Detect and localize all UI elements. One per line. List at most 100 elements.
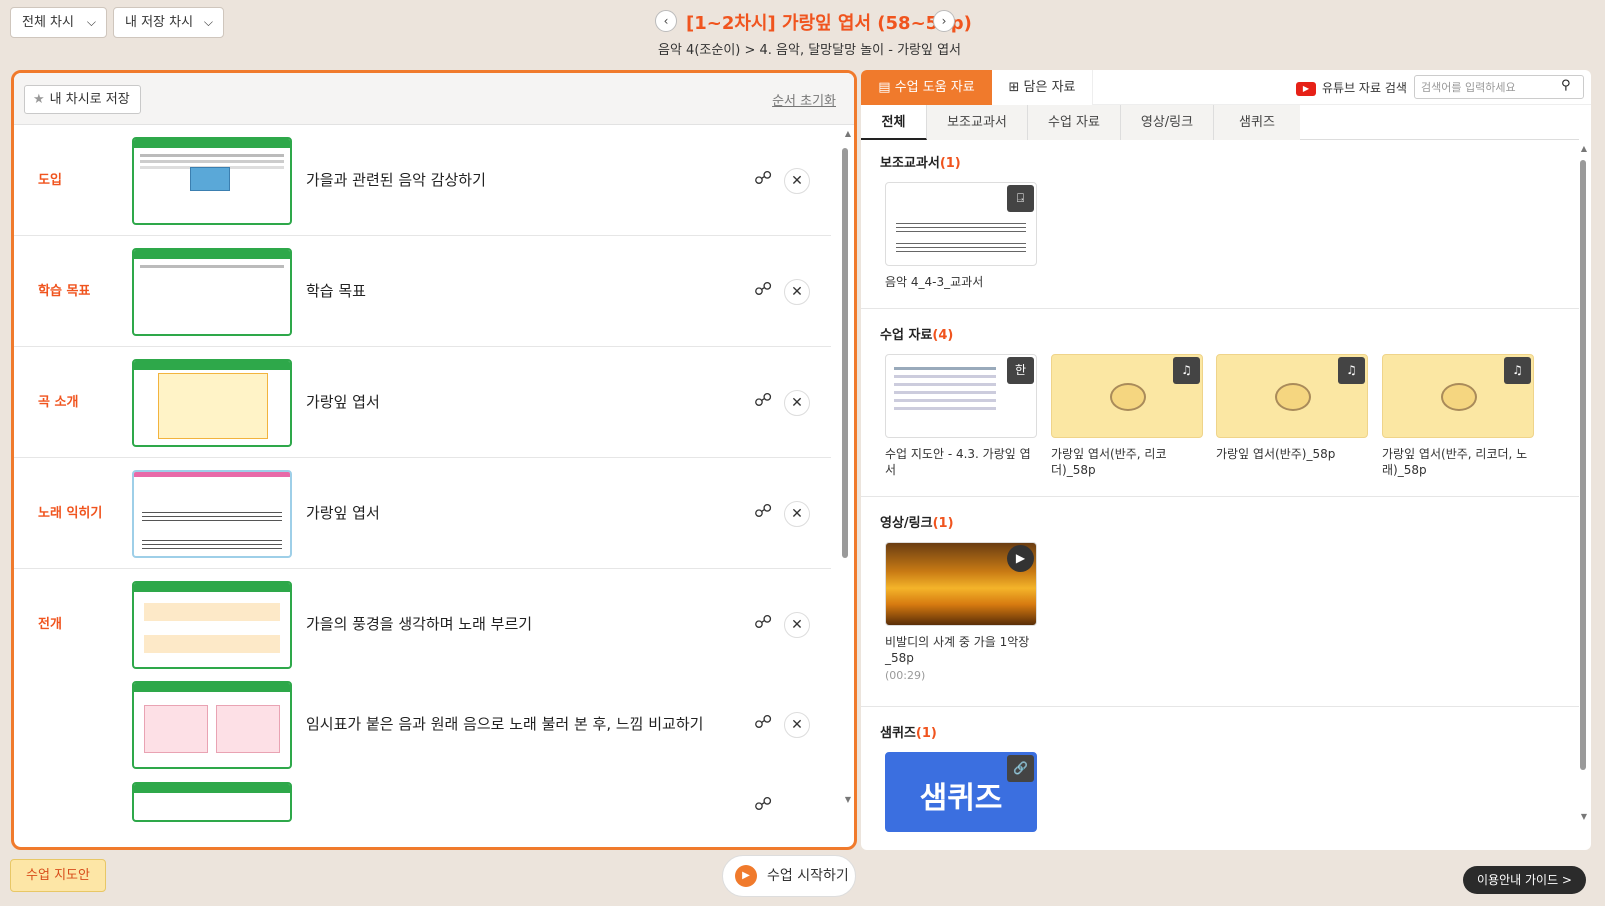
section-class-label: 수업 자료 bbox=[880, 328, 933, 343]
resource-card[interactable]: ♫ 가랑잎 엽서(반주, 리코더)_58p bbox=[1051, 354, 1203, 478]
scroll-down-arrow[interactable]: ▼ bbox=[845, 795, 851, 804]
activity-title[interactable]: 임시표가 붙은 음과 원래 음으로 노래 불러 본 후, 느낌 비교하기 bbox=[306, 669, 703, 780]
slide-thumbnail[interactable] bbox=[132, 581, 292, 669]
resource-card[interactable]: ▶ 비발디의 사계 중 가을 1악장_58p (00:29) bbox=[885, 542, 1037, 682]
close-icon: ✕ bbox=[791, 717, 803, 733]
prev-lesson-button[interactable]: ‹ bbox=[655, 10, 677, 32]
share-icon[interactable]: ☍ bbox=[754, 279, 772, 300]
music-note-icon: ♫ bbox=[1504, 357, 1531, 384]
slide-thumbnail[interactable] bbox=[132, 782, 292, 822]
hwp-icon: 한 bbox=[1007, 357, 1034, 384]
stage-label: 학습 목표 bbox=[38, 284, 91, 299]
slide-thumbnail[interactable] bbox=[132, 359, 292, 447]
lesson-plan-thumbnail: 한 bbox=[885, 354, 1037, 438]
section-quiz-label: 샘퀴즈 bbox=[880, 726, 916, 741]
remove-button[interactable]: ✕ bbox=[784, 501, 810, 527]
search-input[interactable] bbox=[1414, 75, 1584, 99]
slide-thumbnail[interactable] bbox=[132, 681, 292, 769]
save-to-my-lessons-button[interactable]: ★ 내 차시로 저장 bbox=[24, 85, 141, 114]
link-icon: 🔗 bbox=[1007, 755, 1034, 782]
subtab-ssamquiz[interactable]: 샘퀴즈 bbox=[1214, 105, 1300, 140]
remove-button[interactable]: ✕ bbox=[784, 390, 810, 416]
remove-button[interactable]: ✕ bbox=[784, 712, 810, 738]
my-lessons-select[interactable]: 내 저장 차시 ⌵ bbox=[113, 7, 224, 38]
share-icon[interactable]: ☍ bbox=[754, 168, 772, 189]
document-icon: ▤ bbox=[878, 80, 895, 95]
lesson-row: 곡 소개 가랑잎 엽서 ☍ ✕ bbox=[14, 347, 831, 458]
activity-title[interactable]: 가을의 풍경을 생각하며 노래 부르기 bbox=[306, 569, 532, 680]
save-label: 내 차시로 저장 bbox=[49, 92, 130, 107]
resource-card[interactable]: 샘퀴즈 🔗 bbox=[885, 752, 1037, 832]
start-class-button[interactable]: ▶ 수업 시작하기 bbox=[722, 855, 856, 897]
section-quiz-count: (1) bbox=[915, 726, 937, 741]
search-icon[interactable]: ⚲ bbox=[1561, 78, 1571, 93]
subtab-video-link[interactable]: 영상/링크 bbox=[1121, 105, 1214, 140]
slide-thumbnail[interactable] bbox=[132, 248, 292, 336]
share-icon[interactable]: ☍ bbox=[754, 712, 772, 733]
sheet-music-thumbnail[interactable] bbox=[132, 470, 292, 558]
tab-class-help[interactable]: ▤ 수업 도움 자료 bbox=[861, 70, 992, 105]
lesson-row: 학습 목표 학습 목표 ☍ ✕ bbox=[14, 236, 831, 347]
resource-tabs: ▤ 수업 도움 자료 ⊞ 담은 자료 ▶ 유튜브 자료 검색 ⚲ bbox=[861, 70, 1591, 105]
page-title: [1~2차시] 가랑잎 엽서 (58~59p) bbox=[686, 13, 972, 34]
next-lesson-button[interactable]: › bbox=[933, 10, 955, 32]
subtab-aux-textbook[interactable]: 보조교과서 bbox=[927, 105, 1028, 140]
chevron-left-icon: ‹ bbox=[663, 14, 669, 28]
activity-title[interactable]: 학습 목표 bbox=[306, 236, 366, 347]
play-icon: ▶ bbox=[735, 865, 757, 887]
lesson-flow-panel: ★ 내 차시로 저장 순서 초기화 도입 가을과 관련된 음악 감상하기 ☍ ✕ … bbox=[11, 70, 857, 850]
resource-title: 가랑잎 엽서(반주, 리코더, 노래)_58p bbox=[1382, 447, 1528, 477]
audio-thumbnail: ♫ bbox=[1051, 354, 1203, 438]
lesson-plan-button[interactable]: 수업 지도안 bbox=[10, 859, 106, 892]
music-note-icon: ♫ bbox=[1338, 357, 1365, 384]
remove-button[interactable]: ✕ bbox=[784, 279, 810, 305]
section-video-label: 영상/링크 bbox=[880, 516, 933, 531]
right-scrollbar[interactable] bbox=[1580, 160, 1586, 770]
tab-class-help-label: 수업 도움 자료 bbox=[894, 80, 975, 95]
usage-guide-button[interactable]: 이용안내 가이드 > bbox=[1463, 866, 1586, 894]
share-icon[interactable]: ☍ bbox=[754, 612, 772, 633]
share-icon[interactable]: ☍ bbox=[754, 794, 772, 815]
scroll-down-arrow[interactable]: ▼ bbox=[1581, 812, 1587, 821]
resource-card[interactable]: ♫ 가랑잎 엽서(반주)_58p bbox=[1216, 354, 1368, 462]
subtab-class-material[interactable]: 수업 자료 bbox=[1028, 105, 1121, 140]
resource-card[interactable]: ⍈ 음악 4_4-3_교과서 bbox=[885, 182, 1037, 290]
share-icon[interactable]: ☍ bbox=[754, 390, 772, 411]
section-aux-count: (1) bbox=[939, 156, 961, 171]
section-video-count: (1) bbox=[932, 516, 954, 531]
tab-saved[interactable]: ⊞ 담은 자료 bbox=[992, 70, 1093, 105]
left-scrollbar[interactable] bbox=[842, 148, 848, 558]
section-class-title: 수업 자료(4) bbox=[880, 324, 953, 343]
resource-card[interactable]: 한 수업 지도안 - 4.3. 가랑잎 엽서 bbox=[885, 354, 1037, 478]
close-icon: ✕ bbox=[791, 284, 803, 300]
lesson-row: 전개 가을의 풍경을 생각하며 노래 부르기 ☍ ✕ bbox=[14, 569, 831, 680]
lesson-row-partial: ☍ bbox=[14, 770, 831, 822]
audio-thumbnail: ♫ bbox=[1382, 354, 1534, 438]
youtube-search-label[interactable]: ▶ 유튜브 자료 검색 bbox=[1296, 79, 1407, 96]
audio-thumbnail: ♫ bbox=[1216, 354, 1368, 438]
activity-title[interactable]: 가랑잎 엽서 bbox=[306, 347, 380, 458]
subtab-all[interactable]: 전체 bbox=[861, 105, 927, 140]
stage-label: 전개 bbox=[38, 617, 62, 632]
video-thumbnail: ▶ bbox=[885, 542, 1037, 626]
stage-label: 노래 익히기 bbox=[38, 506, 103, 521]
textbook-thumbnail: ⍈ bbox=[885, 182, 1037, 266]
remove-button[interactable]: ✕ bbox=[784, 168, 810, 194]
activity-title[interactable]: 가랑잎 엽서 bbox=[306, 458, 380, 569]
music-note-icon: ♫ bbox=[1173, 357, 1200, 384]
resource-subtabs: 전체 보조교과서 수업 자료 영상/링크 샘퀴즈 bbox=[861, 105, 1579, 140]
resource-card[interactable]: ♫ 가랑잎 엽서(반주, 리코더, 노래)_58p bbox=[1382, 354, 1534, 478]
slide-thumbnail[interactable] bbox=[132, 137, 292, 225]
pdf-icon: ⍈ bbox=[1007, 185, 1034, 212]
star-icon: ★ bbox=[33, 92, 45, 107]
chevron-down-icon: ⌵ bbox=[86, 15, 96, 29]
reset-order-link[interactable]: 순서 초기화 bbox=[772, 90, 836, 109]
close-icon: ✕ bbox=[791, 506, 803, 522]
remove-button[interactable]: ✕ bbox=[784, 612, 810, 638]
share-icon[interactable]: ☍ bbox=[754, 501, 772, 522]
scroll-up-arrow[interactable]: ▲ bbox=[1581, 144, 1587, 153]
activity-title[interactable]: 가을과 관련된 음악 감상하기 bbox=[306, 125, 486, 236]
my-lessons-label: 내 저장 차시 bbox=[125, 15, 194, 30]
scroll-up-arrow[interactable]: ▲ bbox=[845, 129, 851, 138]
all-lessons-select[interactable]: 전체 차시 ⌵ bbox=[10, 7, 107, 38]
